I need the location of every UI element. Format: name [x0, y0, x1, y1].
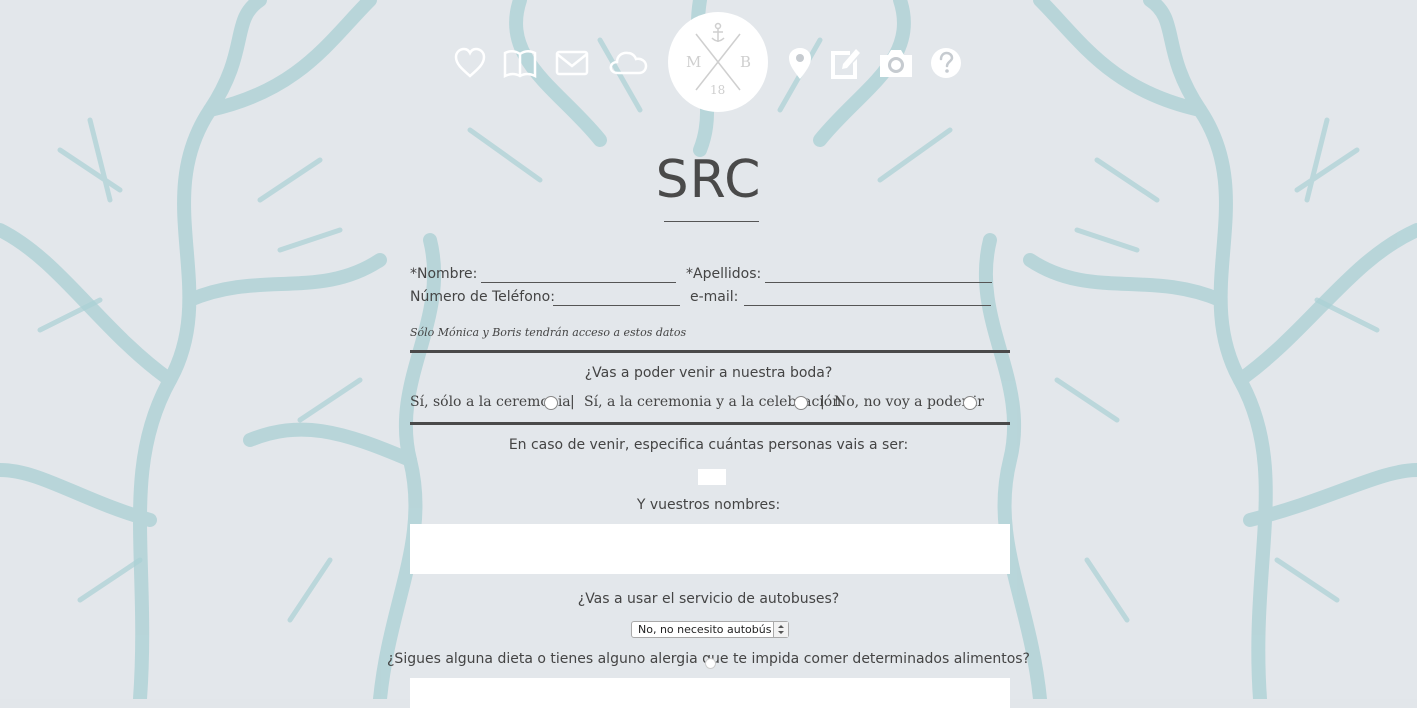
monogram-logo[interactable]: M B 18 [668, 12, 768, 112]
guest-count-field[interactable] [698, 469, 726, 485]
names-question: Y vuestros nombres: [636, 497, 781, 513]
attend-question: ¿Vas a poder venir a nuestra boda? [584, 365, 833, 381]
nombre-label: *Nombre: [410, 266, 478, 282]
apellidos-field[interactable] [765, 264, 992, 283]
help-icon[interactable] [928, 45, 964, 81]
option-separator: | [820, 394, 825, 410]
nombre-field[interactable] [481, 264, 676, 283]
heart-icon[interactable] [452, 45, 488, 81]
section-divider [410, 422, 1010, 425]
email-label: e-mail: [690, 289, 739, 305]
guest-names-textarea[interactable] [410, 524, 1010, 574]
mouse-cursor [705, 658, 716, 669]
count-question: En caso de venir, especifica cuántas per… [508, 437, 909, 453]
section-divider [410, 350, 1010, 353]
logo-letter-b: B [740, 53, 751, 71]
privacy-note: Sólo Mónica y Boris tendrán acceso a est… [410, 326, 687, 339]
map-pin-icon[interactable] [782, 45, 818, 81]
select-arrows-icon [773, 622, 788, 637]
title-divider [664, 221, 759, 222]
bus-question: ¿Vas a usar el servicio de autobuses? [577, 591, 840, 607]
logo-year: 18 [710, 83, 725, 97]
logo-letter-m: M [686, 53, 701, 71]
attend-option-no-label: No, no voy a poder ir [834, 394, 984, 410]
telefono-label: Número de Teléfono: [410, 289, 555, 305]
cloud-icon[interactable] [608, 45, 650, 81]
page-title: SRC [655, 150, 762, 210]
attend-radio-no[interactable] [963, 396, 977, 410]
camera-icon[interactable] [878, 45, 914, 81]
option-separator: | [570, 394, 575, 410]
email-field[interactable] [744, 287, 991, 306]
attend-radio-ceremony[interactable] [544, 396, 558, 410]
page: M B 18 SRC *Nombre: *Apellidos: Número d… [0, 0, 1417, 708]
diet-textarea[interactable] [410, 678, 1010, 708]
bus-select-value: No, no necesito autobús [638, 623, 772, 636]
telefono-field[interactable] [553, 287, 680, 306]
edit-note-icon[interactable] [826, 45, 862, 81]
apellidos-label: *Apellidos: [686, 266, 762, 282]
attend-radio-both[interactable] [794, 396, 808, 410]
envelope-icon[interactable] [554, 45, 590, 81]
book-icon[interactable] [502, 45, 538, 81]
bus-select[interactable]: No, no necesito autobús [631, 621, 789, 638]
